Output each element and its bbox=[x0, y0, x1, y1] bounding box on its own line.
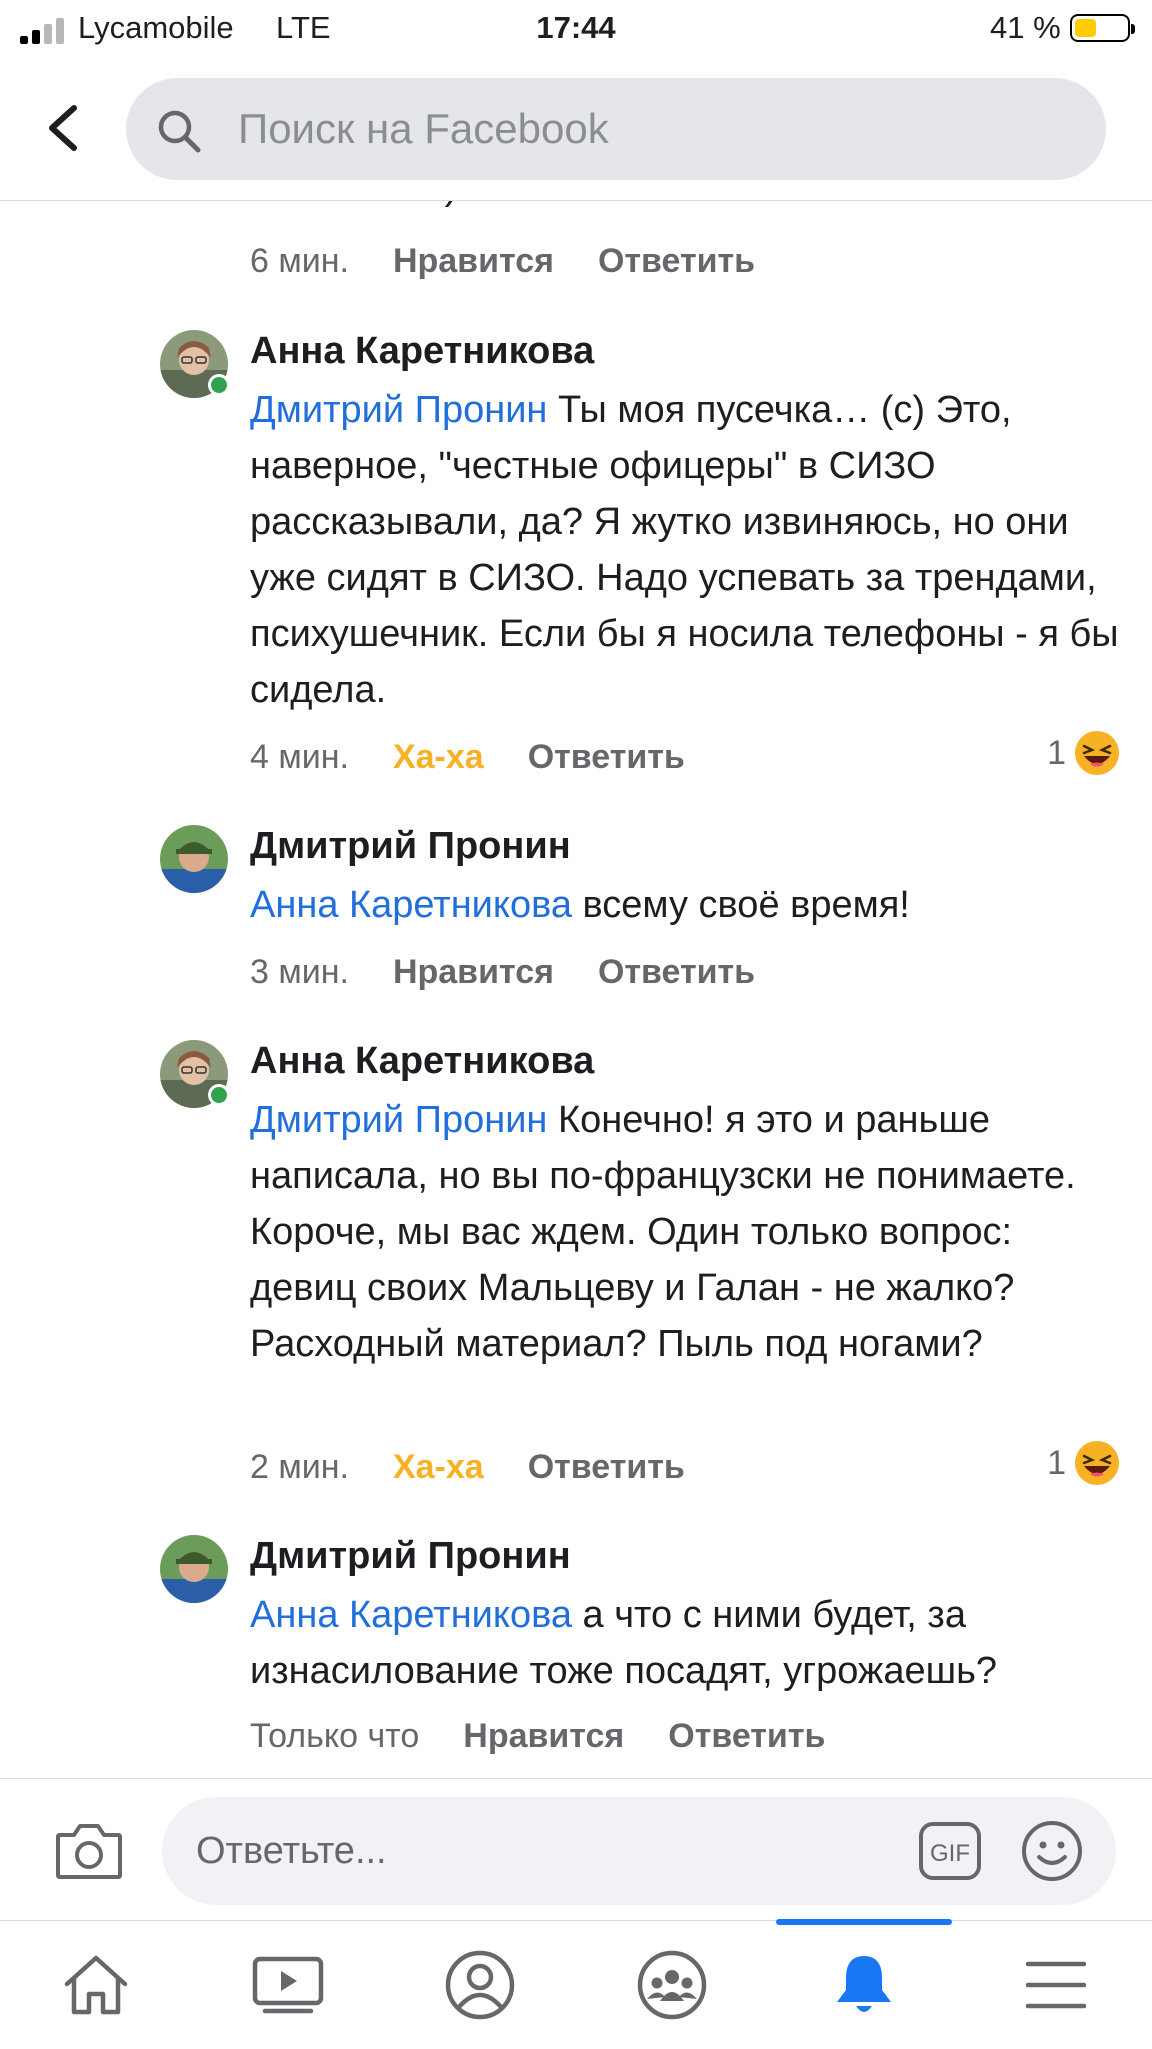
status-bar: Lycamobile LTE 17:44 41 % bbox=[0, 0, 1152, 60]
reply-input[interactable] bbox=[196, 1821, 886, 1881]
back-button[interactable] bbox=[40, 98, 90, 158]
comment-author[interactable]: Анна Каретникова bbox=[250, 1040, 594, 1083]
gif-button[interactable]: GIF bbox=[918, 1821, 982, 1881]
user-photo-icon bbox=[160, 825, 228, 893]
like-button[interactable]: Нравится bbox=[393, 953, 554, 991]
comment-author[interactable]: Анна Каретникова bbox=[250, 330, 594, 373]
tab-home[interactable] bbox=[0, 1921, 192, 2049]
tab-notifications[interactable] bbox=[768, 1921, 960, 2049]
comment-author[interactable]: Дмитрий Пронин bbox=[250, 1535, 571, 1578]
mention-link[interactable]: Дмитрий Пронин bbox=[250, 389, 547, 431]
reply-button[interactable]: Ответить bbox=[528, 738, 685, 776]
comment-text: Дмитрий Пронин Ты моя пусечка… (с) Это, … bbox=[250, 382, 1120, 718]
camera-icon bbox=[56, 1824, 122, 1879]
battery-icon bbox=[1070, 14, 1135, 42]
reaction-summary[interactable]: 1 bbox=[1047, 730, 1120, 776]
comment-body: всему своё время! bbox=[571, 884, 910, 926]
comment-text: Анна Каретникова а что с ними будет, за … bbox=[250, 1587, 1120, 1699]
comment-time: 3 мин. bbox=[250, 953, 349, 991]
chevron-left-icon bbox=[49, 105, 77, 151]
avatar[interactable] bbox=[160, 825, 228, 893]
comment-text: Дмитрий Пронин Конечно! я это и раньше н… bbox=[250, 1092, 1120, 1372]
tab-menu[interactable] bbox=[960, 1921, 1152, 2049]
mention-link[interactable]: Дмитрий Пронин bbox=[250, 1099, 547, 1141]
reply-button[interactable]: Ответить bbox=[598, 242, 755, 280]
laughing-emoji-icon bbox=[1075, 731, 1119, 775]
tab-groups[interactable] bbox=[576, 1921, 768, 2049]
avatar[interactable] bbox=[160, 330, 230, 398]
battery-percent: 41 % bbox=[990, 10, 1061, 45]
online-status-icon bbox=[208, 1084, 230, 1106]
camera-button[interactable] bbox=[54, 1821, 124, 1881]
avatar[interactable] bbox=[160, 1535, 228, 1603]
tab-bar bbox=[0, 1919, 1152, 2049]
comment-meta: Только что Нравится Ответить bbox=[250, 1717, 869, 1756]
comment-meta: 6 мин. Нравится Ответить bbox=[250, 242, 799, 281]
search-header bbox=[0, 60, 1152, 201]
battery-level bbox=[1075, 19, 1096, 37]
comment-time: Только что bbox=[250, 1717, 420, 1755]
comments-list: немножко :) 6 мин. Нравится Ответить Анна … bbox=[0, 200, 1152, 1778]
avatar[interactable] bbox=[160, 1040, 230, 1108]
notifications-icon bbox=[837, 1956, 891, 2012]
search-box[interactable] bbox=[126, 78, 1106, 180]
tab-profile[interactable] bbox=[384, 1921, 576, 2049]
comment-meta: 4 мин. Ха-ха Ответить bbox=[250, 738, 729, 777]
gif-icon: GIF bbox=[919, 1822, 981, 1880]
online-status-icon bbox=[208, 374, 230, 396]
like-button[interactable]: Нравится bbox=[463, 1717, 624, 1755]
clock: 17:44 bbox=[536, 10, 616, 45]
comment-meta: 3 мин. Нравится Ответить bbox=[250, 953, 799, 992]
home-icon bbox=[64, 1955, 128, 2015]
haha-reaction-button[interactable]: Ха-ха bbox=[393, 1448, 484, 1486]
reply-button[interactable]: Ответить bbox=[668, 1717, 825, 1755]
reaction-count: 1 bbox=[1047, 1443, 1066, 1482]
search-icon bbox=[158, 110, 201, 153]
comment-time: 2 мин. bbox=[250, 1448, 349, 1486]
comment-body: Ты моя пусечка… (с) Это, наверное, "чест… bbox=[250, 389, 1119, 711]
smiley-icon bbox=[1022, 1821, 1082, 1881]
like-button[interactable]: Нравится bbox=[393, 242, 554, 280]
comment-time: 6 мин. bbox=[250, 242, 349, 280]
tab-video[interactable] bbox=[192, 1921, 384, 2049]
comment-time: 4 мин. bbox=[250, 738, 349, 776]
profile-icon bbox=[445, 1950, 515, 2020]
menu-icon bbox=[1025, 1961, 1087, 2009]
search-input[interactable] bbox=[238, 98, 1078, 160]
mention-link[interactable]: Анна Каретникова bbox=[250, 884, 572, 926]
reaction-count: 1 bbox=[1047, 733, 1066, 772]
video-icon bbox=[252, 1956, 324, 2014]
reply-bar: GIF bbox=[0, 1778, 1152, 1921]
groups-icon bbox=[637, 1950, 707, 2020]
reaction-summary[interactable]: 1 bbox=[1047, 1440, 1120, 1486]
comment-text: Анна Каретникова всему своё время! bbox=[250, 877, 1120, 933]
laughing-emoji-icon bbox=[1075, 1441, 1119, 1485]
comment-meta: 2 мин. Ха-ха Ответить bbox=[250, 1448, 729, 1487]
reply-button[interactable]: Ответить bbox=[528, 1448, 685, 1486]
haha-reaction-button[interactable]: Ха-ха bbox=[393, 738, 484, 776]
user-photo-icon bbox=[160, 1535, 228, 1603]
mention-link[interactable]: Анна Каретникова bbox=[250, 1594, 572, 1636]
reply-box[interactable]: GIF bbox=[162, 1797, 1116, 1905]
emoji-button[interactable] bbox=[1020, 1819, 1084, 1883]
reply-button[interactable]: Ответить bbox=[598, 953, 755, 991]
comment-author[interactable]: Дмитрий Пронин bbox=[250, 825, 571, 868]
partial-comment-text: немножко :) bbox=[250, 200, 457, 209]
gif-label: GIF bbox=[930, 1840, 970, 1867]
